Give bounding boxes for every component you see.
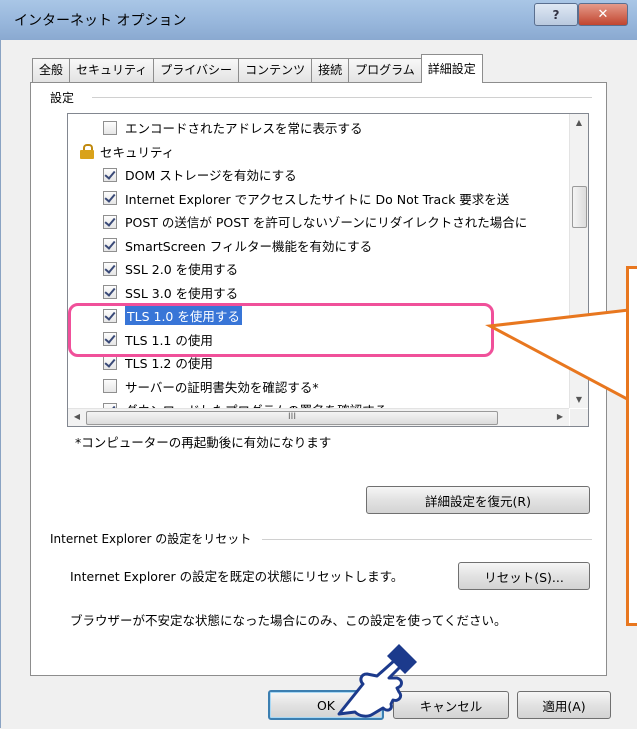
close-button[interactable]: ✕ bbox=[578, 3, 628, 26]
settings-option[interactable]: DOM ストレージを有効にする bbox=[103, 163, 297, 186]
option-label: Internet Explorer でアクセスしたサイトに Do Not Tra… bbox=[125, 191, 510, 207]
option-checkbox[interactable] bbox=[103, 120, 117, 135]
settings-list: エンコードされたアドレスを常に表示するセキュリティ DOM ストレージを有効にする… bbox=[68, 114, 569, 408]
callout-bubble bbox=[626, 266, 637, 626]
apply-button[interactable]: 適用(A) bbox=[517, 691, 611, 719]
lock-icon bbox=[80, 143, 94, 159]
reset-warning: ブラウザーが不安定な状態になった場合にのみ、この設定を使ってください。 bbox=[70, 613, 507, 628]
scroll-up-icon[interactable]: ▲ bbox=[570, 118, 588, 127]
reset-button[interactable]: リセット(S)... bbox=[458, 562, 590, 590]
option-label: DOM ストレージを有効にする bbox=[125, 168, 297, 183]
reset-divider bbox=[262, 539, 592, 540]
scroll-left-icon[interactable]: ◀ bbox=[68, 412, 86, 421]
settings-group-label: 設定 bbox=[50, 89, 79, 106]
option-checkbox[interactable] bbox=[103, 355, 117, 370]
help-icon: ? bbox=[552, 7, 560, 22]
option-checkbox[interactable] bbox=[103, 379, 117, 393]
horizontal-scrollbar[interactable]: ◀ III ▶ bbox=[68, 408, 569, 426]
settings-category: セキュリティ bbox=[80, 140, 174, 163]
settings-listbox[interactable]: エンコードされたアドレスを常に表示するセキュリティ DOM ストレージを有効にする… bbox=[67, 113, 589, 427]
option-checkbox[interactable] bbox=[103, 214, 117, 229]
option-checkbox[interactable] bbox=[103, 238, 117, 252]
option-checkbox[interactable] bbox=[103, 261, 117, 276]
scroll-right-icon[interactable]: ▶ bbox=[551, 412, 569, 421]
help-button[interactable]: ? bbox=[534, 3, 578, 26]
scroll-corner bbox=[570, 409, 588, 426]
tab-advanced[interactable]: 詳細設定 bbox=[420, 54, 483, 83]
option-label: サーバーの証明書失効を確認する* bbox=[125, 379, 319, 395]
tls-highlight-box bbox=[68, 303, 494, 357]
vertical-scroll-thumb[interactable] bbox=[572, 186, 587, 228]
settings-divider bbox=[92, 97, 592, 98]
tab-programs[interactable]: プログラム bbox=[348, 58, 422, 83]
settings-option[interactable]: SSL 2.0 を使用する bbox=[103, 257, 238, 280]
settings-option[interactable]: Internet Explorer でアクセスしたサイトに Do Not Tra… bbox=[103, 187, 509, 210]
reset-description: Internet Explorer の設定を既定の状態にリセットします。 bbox=[70, 569, 404, 584]
settings-option[interactable]: ダウンロードしたプログラムの署名を確認する bbox=[103, 398, 387, 408]
option-label: エンコードされたアドレスを常に表示する bbox=[125, 121, 363, 136]
settings-option[interactable]: SmartScreen フィルター機能を有効にする bbox=[103, 234, 372, 257]
option-label: SSL 2.0 を使用する bbox=[125, 262, 239, 277]
settings-option[interactable]: SSL 3.0 を使用する bbox=[103, 281, 238, 304]
option-label: POST の送信が POST を許可しないゾーンにリダイレクトされた場合に bbox=[125, 215, 528, 230]
option-label: SSL 3.0 を使用する bbox=[125, 285, 239, 301]
option-checkbox[interactable] bbox=[103, 191, 117, 205]
option-label: ダウンロードしたプログラムの署名を確認する bbox=[125, 400, 387, 408]
restart-note: *コンピューターの再起動後に有効になります bbox=[75, 435, 332, 450]
settings-option[interactable]: サーバーの証明書失効を確認する* bbox=[103, 375, 319, 398]
tab-content[interactable]: コンテンツ bbox=[238, 58, 313, 83]
settings-option[interactable]: エンコードされたアドレスを常に表示する bbox=[103, 116, 363, 139]
reset-group-label: Internet Explorer の設定をリセット bbox=[50, 530, 256, 547]
option-label: SmartScreen フィルター機能を有効にする bbox=[125, 238, 373, 254]
scroll-down-icon[interactable]: ▼ bbox=[570, 395, 588, 404]
horizontal-scroll-thumb[interactable]: III bbox=[86, 411, 498, 425]
title-bar: インターネット オプション ? ✕ bbox=[0, 0, 637, 41]
settings-option[interactable]: POST の送信が POST を許可しないゾーンにリダイレクトされた場合に bbox=[103, 210, 527, 233]
pointing-hand-icon bbox=[337, 644, 417, 718]
option-checkbox[interactable] bbox=[103, 285, 117, 299]
scroll-grip-icon: III bbox=[288, 412, 296, 422]
vertical-scrollbar[interactable]: ▲ ▼ bbox=[569, 114, 588, 408]
tab-privacy[interactable]: プライバシー bbox=[153, 58, 240, 83]
restore-advanced-button[interactable]: 詳細設定を復元(R) bbox=[366, 486, 590, 514]
option-checkbox[interactable] bbox=[103, 167, 117, 182]
tab-general[interactable]: 全般 bbox=[32, 58, 71, 83]
tab-connections[interactable]: 接続 bbox=[311, 58, 350, 83]
close-icon: ✕ bbox=[597, 7, 609, 22]
option-label: セキュリティ bbox=[100, 144, 175, 160]
window-title: インターネット オプション bbox=[14, 13, 187, 29]
tab-strip: 全般 セキュリティ プライバシー コンテンツ 接続 プログラム 詳細設定 bbox=[32, 54, 483, 83]
tab-security[interactable]: セキュリティ bbox=[69, 58, 155, 83]
